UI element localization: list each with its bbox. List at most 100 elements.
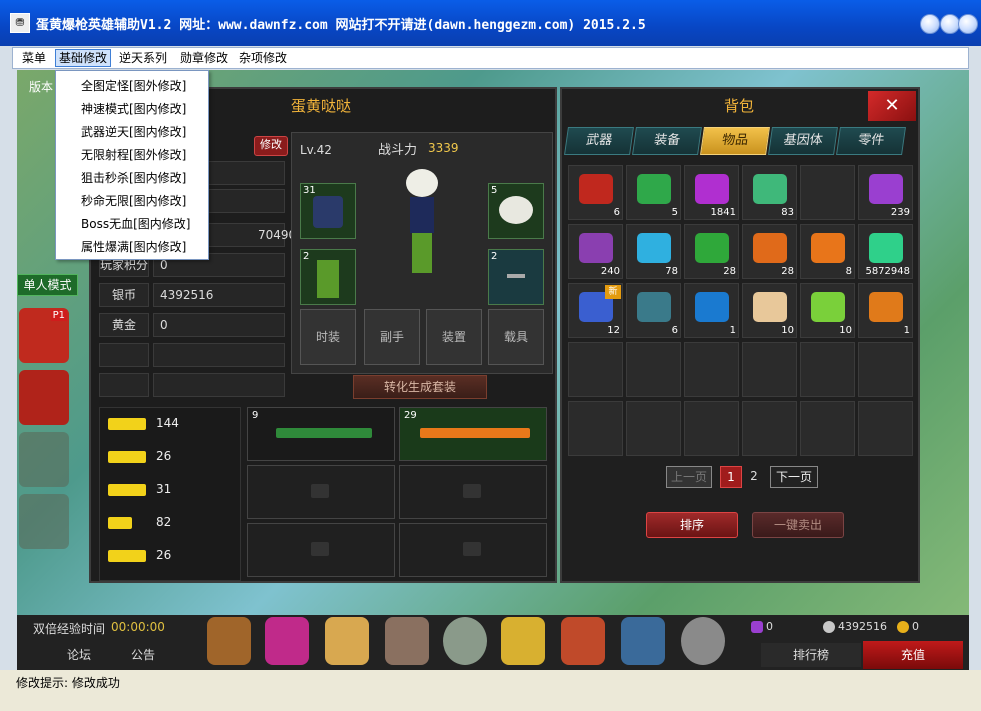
bag-cell[interactable] [568, 401, 623, 456]
dropdown-item[interactable]: 武器逆天[图内修改] [81, 123, 186, 140]
bag-cell[interactable]: 28 [684, 224, 739, 279]
weapon-row[interactable]: 31 [108, 478, 228, 508]
gun-slot-2[interactable]: 29 [399, 407, 547, 461]
bag-cell[interactable]: 5 [626, 165, 681, 220]
weapon-row[interactable]: 144 [108, 412, 228, 442]
bag-icon[interactable] [207, 617, 251, 665]
notice-button[interactable]: 公告 [131, 646, 155, 663]
bag-cell[interactable] [626, 401, 681, 456]
pants-slot[interactable]: 2 [300, 249, 356, 305]
forum-button[interactable]: 论坛 [67, 646, 91, 663]
dropdown-item[interactable]: 全图定怪[图外修改] [81, 77, 186, 94]
bag-cell[interactable]: 28 [742, 224, 797, 279]
recharge-button[interactable]: 充值 [863, 641, 963, 669]
vehicle-button[interactable]: 载具 [488, 309, 544, 365]
bag-cell[interactable]: 239 [858, 165, 913, 220]
bag-cell[interactable] [800, 342, 855, 397]
item-count: 28 [723, 266, 736, 277]
bag-cell[interactable] [626, 342, 681, 397]
menu-item-misc[interactable]: 杂项修改 [236, 50, 290, 66]
close-window-button[interactable] [958, 14, 978, 34]
hero-icon[interactable] [561, 617, 605, 665]
menu-item-god[interactable]: 逆天系列 [116, 50, 170, 66]
dropdown-item[interactable]: 秒命无限[图内修改] [81, 192, 186, 209]
bag-cell[interactable]: 5872948 [858, 224, 913, 279]
close-icon[interactable]: ✕ [868, 91, 916, 121]
bag-cell[interactable]: 240 [568, 224, 623, 279]
minimize-button[interactable] [920, 14, 940, 34]
avatar-p2[interactable] [19, 370, 69, 425]
bag-cell[interactable]: 10 [800, 283, 855, 338]
dropdown-item[interactable]: 无限射程[图外修改] [81, 146, 186, 163]
next-page-button[interactable]: 下一页 [770, 466, 818, 488]
tab-genes[interactable]: 基因体 [768, 127, 838, 155]
maximize-button[interactable] [940, 14, 960, 34]
weapon-row[interactable]: 26 [108, 445, 228, 475]
accessory-icon [507, 274, 525, 278]
purple-gem-icon [695, 174, 729, 204]
tab-items[interactable]: 物品 [700, 127, 770, 155]
jacket-slot[interactable]: 31 [300, 183, 356, 239]
bag-cell[interactable]: 6 [626, 283, 681, 338]
bag-cell[interactable]: 83 [742, 165, 797, 220]
bag-cell[interactable]: 10 [742, 283, 797, 338]
convert-suit-button[interactable]: 转化生成套装 [353, 375, 487, 399]
offhand-button[interactable]: 副手 [364, 309, 420, 365]
new-badge: 新 [605, 285, 621, 299]
fashion-button[interactable]: 时装 [300, 309, 356, 365]
device-button[interactable]: 装置 [426, 309, 482, 365]
page-1-button[interactable]: 1 [720, 466, 742, 488]
sell-all-button[interactable]: 一键卖出 [752, 512, 844, 538]
menu-item-medal[interactable]: 勋章修改 [177, 50, 231, 66]
bag-cell[interactable] [742, 342, 797, 397]
prev-page-button[interactable]: 上一页 [666, 466, 712, 488]
bag-cell[interactable]: 8 [800, 224, 855, 279]
weapon-row[interactable]: 26 [108, 544, 228, 574]
sort-button[interactable]: 排序 [646, 512, 738, 538]
bag-cell[interactable]: 6 [568, 165, 623, 220]
bag-cell[interactable]: 1 [858, 283, 913, 338]
gem-icon[interactable] [265, 617, 309, 665]
menu-item-menu[interactable]: 菜单 [19, 50, 49, 66]
avatar-p1[interactable]: P1 [19, 308, 69, 363]
bag-cell[interactable] [800, 165, 855, 220]
leaderboard-button[interactable]: 排行榜 [761, 643, 861, 667]
single-mode-button[interactable]: 单人模式 [17, 274, 78, 296]
tab-equipment[interactable]: 装备 [632, 127, 702, 155]
app-icon: ⛃ [10, 13, 30, 33]
shop-icon[interactable] [621, 617, 665, 665]
bag-cell[interactable] [800, 401, 855, 456]
hammer-icon[interactable] [385, 617, 429, 665]
bag-cell[interactable]: 12 新 [568, 283, 623, 338]
weapon-row[interactable]: 82 [108, 511, 228, 541]
status-message: 修改成功 [71, 676, 120, 690]
accessory-slot[interactable]: 2 [488, 249, 544, 305]
bag-cell[interactable] [742, 401, 797, 456]
hair-slot[interactable]: 5 [488, 183, 544, 239]
tab-weapons[interactable]: 武器 [564, 127, 634, 155]
weapon-list: 144 26 31 82 26 [99, 407, 241, 581]
bag-cell[interactable] [858, 401, 913, 456]
dropdown-item[interactable]: 属性爆满[图内修改] [81, 238, 186, 255]
zombie-icon[interactable] [443, 617, 487, 665]
bag-cell[interactable] [684, 342, 739, 397]
page-2-button[interactable]: 2 [746, 466, 762, 486]
bag-cell[interactable] [568, 342, 623, 397]
bag-cell[interactable] [858, 342, 913, 397]
bag-cell[interactable]: 78 [626, 224, 681, 279]
bag-cell[interactable]: 1 [684, 283, 739, 338]
ammo-icon[interactable] [501, 617, 545, 665]
dropdown-item[interactable]: Boss无血[图内修改] [81, 215, 190, 232]
gun-slot-1[interactable]: 9 [247, 407, 395, 461]
bag-cell[interactable] [684, 401, 739, 456]
edit-button[interactable]: 修改 [254, 136, 288, 156]
gear-icon[interactable] [681, 617, 725, 665]
dropdown-item[interactable]: 神速模式[图内修改] [81, 100, 186, 117]
bag-cell[interactable]: 1841 [684, 165, 739, 220]
tab-parts[interactable]: 零件 [836, 127, 906, 155]
purple-box-icon [579, 233, 613, 263]
dropdown-item[interactable]: 狙击秒杀[图内修改] [81, 169, 186, 186]
status-bar: 修改提示: 修改成功 [0, 670, 981, 711]
scroll-icon[interactable] [325, 617, 369, 665]
menu-item-basic[interactable]: 基础修改 [55, 49, 112, 67]
